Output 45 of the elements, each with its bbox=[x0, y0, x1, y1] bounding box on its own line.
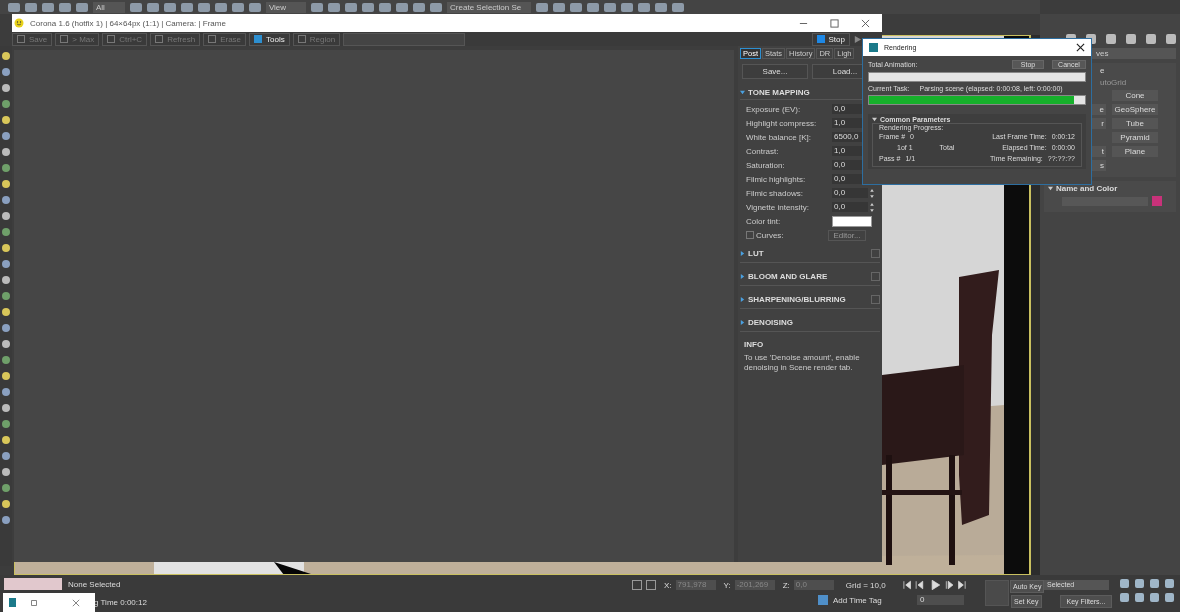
selection-status: None Selected bbox=[68, 579, 121, 589]
coordinate-label: Z: bbox=[782, 580, 790, 590]
number-field[interactable]: 0,0 bbox=[832, 188, 868, 198]
object-type-button[interactable]: t bbox=[1092, 146, 1106, 157]
frame-field[interactable]: 0 bbox=[917, 595, 964, 605]
number-field[interactable]: 0,0 bbox=[832, 202, 868, 212]
section-header[interactable]: BLOOM AND GLARE bbox=[748, 271, 828, 281]
field-label: Exposure (EV): bbox=[746, 104, 802, 114]
field-label: Saturation: bbox=[746, 160, 786, 170]
field-label: Filmic highlights: bbox=[746, 174, 807, 184]
field-label: Contrast: bbox=[746, 146, 780, 156]
field-label: Highlight compress: bbox=[746, 118, 818, 128]
coordinate-label: X: bbox=[664, 580, 672, 590]
field-label: White balance [K]: bbox=[746, 132, 812, 142]
autogrid-label: utoGrid bbox=[1099, 78, 1128, 87]
save-button[interactable]: Save... bbox=[742, 64, 808, 79]
add-time-tag-label[interactable]: Add Time Tag bbox=[833, 595, 882, 605]
toolbar-button[interactable]: Tools bbox=[249, 32, 290, 46]
rollout-title[interactable]: Name and Color bbox=[1056, 184, 1118, 193]
editor-button[interactable]: Editor... bbox=[828, 229, 866, 241]
object-type-button[interactable]: s bbox=[1092, 160, 1106, 171]
object-type-button[interactable]: r bbox=[1092, 118, 1106, 129]
section-header[interactable]: SHARPENING/BLURRING bbox=[748, 294, 846, 304]
section-header[interactable]: LUT bbox=[748, 248, 764, 258]
section-header[interactable]: TONE MAPPING bbox=[748, 87, 810, 97]
stop-button[interactable]: Stop bbox=[811, 32, 850, 46]
checkbox-label: Curves: bbox=[756, 230, 785, 240]
field-label: Filmic shadows: bbox=[746, 188, 804, 198]
object-type-button[interactable]: Plane bbox=[1112, 146, 1158, 157]
window-title: Corona 1.6 (hotfix 1) | 64×64px (1:1) | Camera: | Frame bbox=[30, 18, 227, 28]
coordinate-label: Y: bbox=[723, 580, 731, 590]
named-selection-dropdown[interactable]: Create Selection Se bbox=[447, 1, 532, 13]
grid-size-text: Grid = 10,0 bbox=[845, 580, 886, 590]
object-type-button[interactable]: Pyramid bbox=[1112, 132, 1158, 143]
section-header[interactable]: DENOISING bbox=[748, 317, 793, 327]
field-label: Vignette intensity: bbox=[746, 202, 810, 212]
object-type-button[interactable]: e bbox=[1092, 104, 1106, 115]
field-label: Color tint: bbox=[746, 216, 782, 226]
object-type-button[interactable]: Tube bbox=[1112, 118, 1158, 129]
info-text: To use 'Denoise amount', enable denoising in Scene render tab. bbox=[744, 353, 861, 373]
coordinate-dropdown[interactable]: View bbox=[265, 1, 307, 13]
info-heading: INFO bbox=[744, 340, 765, 349]
selection-filter-dropdown[interactable]: All bbox=[93, 1, 125, 13]
object-type-button[interactable]: Cone bbox=[1112, 90, 1158, 101]
object-type-button[interactable]: GeoSphere bbox=[1112, 104, 1158, 115]
